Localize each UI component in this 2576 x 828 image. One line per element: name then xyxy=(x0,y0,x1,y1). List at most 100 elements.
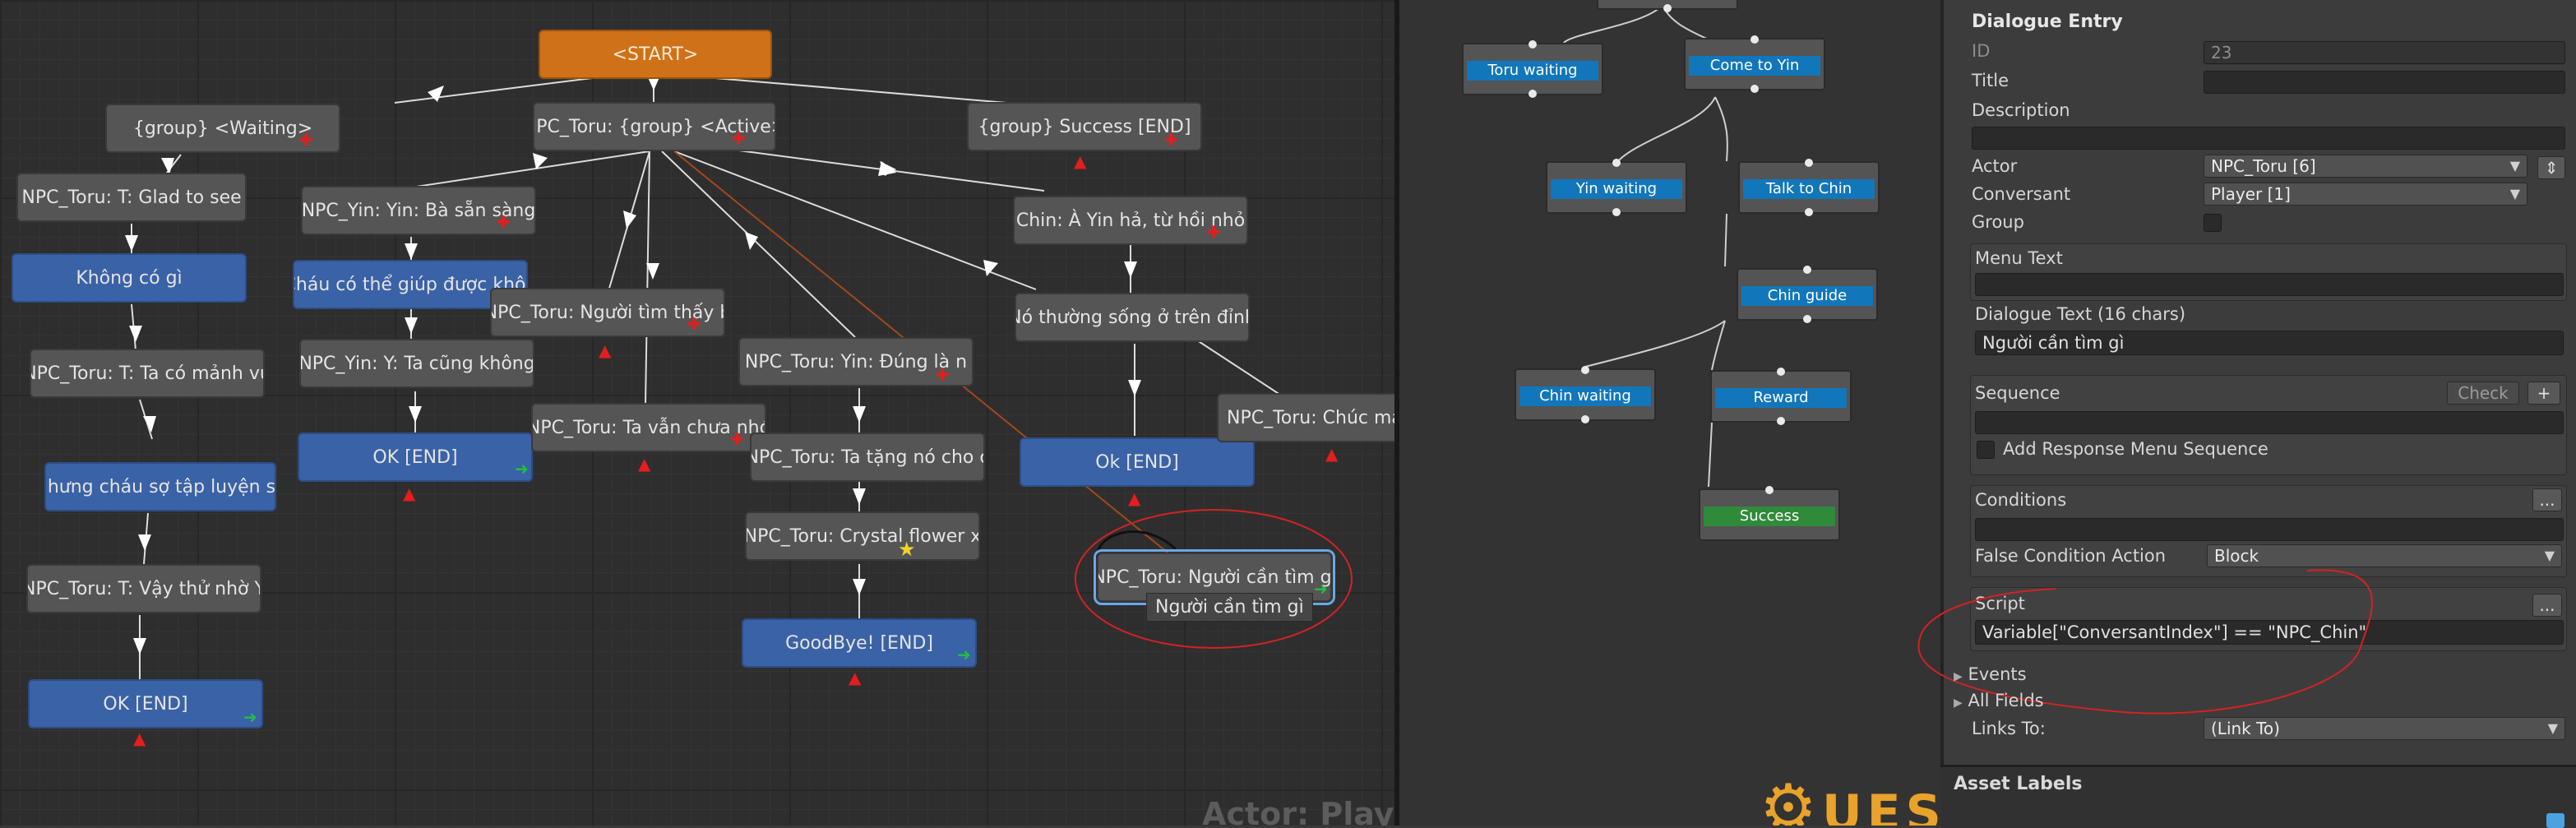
add-response-label: Add Response Menu Sequence xyxy=(2003,439,2268,459)
start-node-label: <START> xyxy=(612,44,699,65)
tree-node-toru-waiting[interactable]: Toru waiting xyxy=(1462,40,1603,98)
end-marker-icon: ▲ xyxy=(638,454,651,474)
connector-dot xyxy=(1528,90,1537,98)
menu-text-field[interactable] xyxy=(1975,273,2564,296)
chevron-down-icon: ▼ xyxy=(2509,158,2520,173)
tree-node-yin-waiting[interactable]: Yin waiting xyxy=(1546,159,1687,216)
node-toru-glad[interactable]: NPC_Toru: T: Glad to see xyxy=(16,173,247,222)
events-foldout[interactable]: ▶ Events xyxy=(1954,664,2027,684)
connector-dot xyxy=(1750,35,1759,44)
connector-dot xyxy=(1777,368,1785,376)
quest-tree-canvas[interactable]: Toru waiting Come to Yin Yin waiting Tal… xyxy=(1399,0,1940,826)
start-node[interactable]: <START> xyxy=(539,30,772,79)
group-checkbox[interactable] xyxy=(2204,214,2222,232)
script-label: Script xyxy=(1975,594,2025,613)
tree-node-come-to-yin[interactable]: Come to Yin xyxy=(1684,35,1825,93)
actor-menu-button[interactable]: ⇕ xyxy=(2537,156,2565,179)
node-khong-co-gi[interactable]: Không có gì xyxy=(12,253,247,303)
node-toru-vay-thu[interactable]: NPC_Toru: T: Vậy thử nhờ Y xyxy=(26,564,261,613)
node-yin-ta-cung[interactable]: NPC_Yin: Y: Ta cũng không xyxy=(299,339,534,388)
node-goodbye-end[interactable]: GoodBye! [END] xyxy=(742,618,977,668)
end-marker-icon: ▲ xyxy=(599,340,612,360)
node-ok-end-mid[interactable]: OK [END] xyxy=(298,433,533,482)
actor-value: NPC_Toru [6] xyxy=(2211,156,2316,176)
actor-label: Actor xyxy=(1972,156,2018,176)
node-toru-ta-tang[interactable]: NPC_Toru: Ta tặng nó cho c xyxy=(750,433,985,482)
all-fields-foldout[interactable]: ▶ All Fields xyxy=(1954,691,2044,710)
tree-node-chin-waiting[interactable]: Chin waiting xyxy=(1515,366,1656,423)
tag-icon[interactable] xyxy=(2546,813,2564,828)
node-nhung-chau[interactable]: Nhưng cháu sợ tập luyện sẽ xyxy=(44,462,276,511)
connector-dot xyxy=(1805,208,1813,216)
description-field[interactable] xyxy=(1972,127,2565,150)
conditions-menu-button[interactable]: ... xyxy=(2532,488,2562,511)
node-label: {group} <Waiting> xyxy=(132,118,313,139)
end-marker-icon: ▲ xyxy=(849,668,862,687)
up-down-icon: ⇕ xyxy=(2544,158,2559,178)
check-button[interactable]: Check xyxy=(2447,382,2519,405)
tree-node-label: Yin waiting xyxy=(1551,179,1682,199)
red-marker-icon: ✚ xyxy=(497,212,511,232)
chevron-down-icon: ▼ xyxy=(2509,186,2520,201)
node-label: NPC_Toru: T: Glad to see xyxy=(21,187,242,208)
title-field[interactable] xyxy=(2204,71,2565,94)
end-marker-icon: ▲ xyxy=(1074,151,1087,171)
red-marker-icon: ✚ xyxy=(687,314,701,334)
conversant-value: Player [1] xyxy=(2211,184,2291,204)
node-no-thuong-song[interactable]: Nó thường sống ở trên đỉnh xyxy=(1015,293,1250,342)
node-label: Không có gì xyxy=(76,267,183,289)
node-tooltip: Người cần tìm gì xyxy=(1146,593,1313,622)
node-label: OK [END] xyxy=(103,693,188,715)
dialogue-graph-canvas[interactable]: <START> {group} <Waiting> NPC_Toru: {gro… xyxy=(0,0,1394,826)
id-label: ID xyxy=(1972,41,1991,61)
tree-node-parent[interactable] xyxy=(1597,0,1738,12)
actor-dropdown[interactable]: NPC_Toru [6] ▼ xyxy=(2204,155,2527,178)
tree-node-label: Talk to Chin xyxy=(1743,179,1875,199)
connector-dot xyxy=(1581,366,1589,374)
links-to-dropdown[interactable]: (Link To) ▼ xyxy=(2204,717,2565,740)
dialogue-text-field[interactable]: Người cần tìm gì xyxy=(1975,331,2564,355)
asset-labels-heading: Asset Labels xyxy=(1954,774,2083,794)
tree-node-label: Success xyxy=(1704,507,1835,526)
tree-node-reward[interactable]: Reward xyxy=(1710,368,1852,425)
node-toru-crystal[interactable]: NPC_Toru: Crystal flower x xyxy=(745,511,980,561)
conversant-label: Conversant xyxy=(1972,184,2071,204)
connector-dot xyxy=(1581,415,1589,423)
false-condition-dropdown[interactable]: Block ▼ xyxy=(2207,544,2562,567)
chevron-down-icon: ▼ xyxy=(2547,720,2558,736)
node-toru-ta-co[interactable]: NPC_Toru: T: Ta có mảnh vư xyxy=(30,349,265,398)
connector-dot xyxy=(1528,40,1537,49)
red-marker-icon: ✚ xyxy=(299,130,313,150)
add-response-checkbox[interactable] xyxy=(1977,441,1995,459)
node-ok-end-right[interactable]: Ok [END] xyxy=(1020,437,1255,487)
sequence-field[interactable] xyxy=(1975,411,2564,434)
chevron-down-icon: ▼ xyxy=(2544,548,2555,563)
script-menu-button[interactable]: ... xyxy=(2532,594,2562,617)
dialogue-text-label: Dialogue Text (16 chars) xyxy=(1975,304,2186,324)
node-label: NPC_Yin: Y: Ta cũng không xyxy=(299,353,534,374)
node-toru-chuc-may[interactable]: NPC_Toru: Chúc may mắ xyxy=(1217,393,1394,442)
conditions-field[interactable] xyxy=(1975,518,2564,541)
node-label: NPC_Toru: Yin: Đúng là n xyxy=(744,351,968,372)
tree-node-label: Chin waiting xyxy=(1519,386,1651,406)
links-to-value: (Link To) xyxy=(2211,719,2280,738)
tree-node-talk-to-chin[interactable]: Talk to Chin xyxy=(1738,159,1880,216)
gear-logo-icon: ⚙ xyxy=(1760,771,1822,826)
node-label: Ok [END] xyxy=(1095,451,1179,473)
script-field[interactable]: Variable["ConversantIndex"] == "NPC_Chin… xyxy=(1975,620,2564,645)
add-sequence-button[interactable]: + xyxy=(2527,382,2560,405)
group-label: Group xyxy=(1972,212,2024,232)
node-ok-end-left[interactable]: OK [END] xyxy=(28,679,263,729)
link-arrow-icon: ➜ xyxy=(957,645,971,664)
link-arrow-icon: ➜ xyxy=(243,707,257,727)
link-arrow-icon: ➜ xyxy=(1314,579,1328,599)
inspector-header: Dialogue Entry xyxy=(1972,12,2123,32)
conversant-dropdown[interactable]: Player [1] ▼ xyxy=(2204,183,2527,206)
tree-node-label: Toru waiting xyxy=(1467,61,1598,81)
tree-node-label: Come to Yin xyxy=(1689,56,1820,76)
tree-node-chin-guide[interactable]: Chin guide xyxy=(1737,266,1878,323)
false-condition-label: False Condition Action xyxy=(1975,546,2167,566)
connector-dot xyxy=(1803,315,1811,323)
tree-node-success[interactable]: Success xyxy=(1699,486,1840,541)
links-to-label: Links To: xyxy=(1972,719,2046,738)
